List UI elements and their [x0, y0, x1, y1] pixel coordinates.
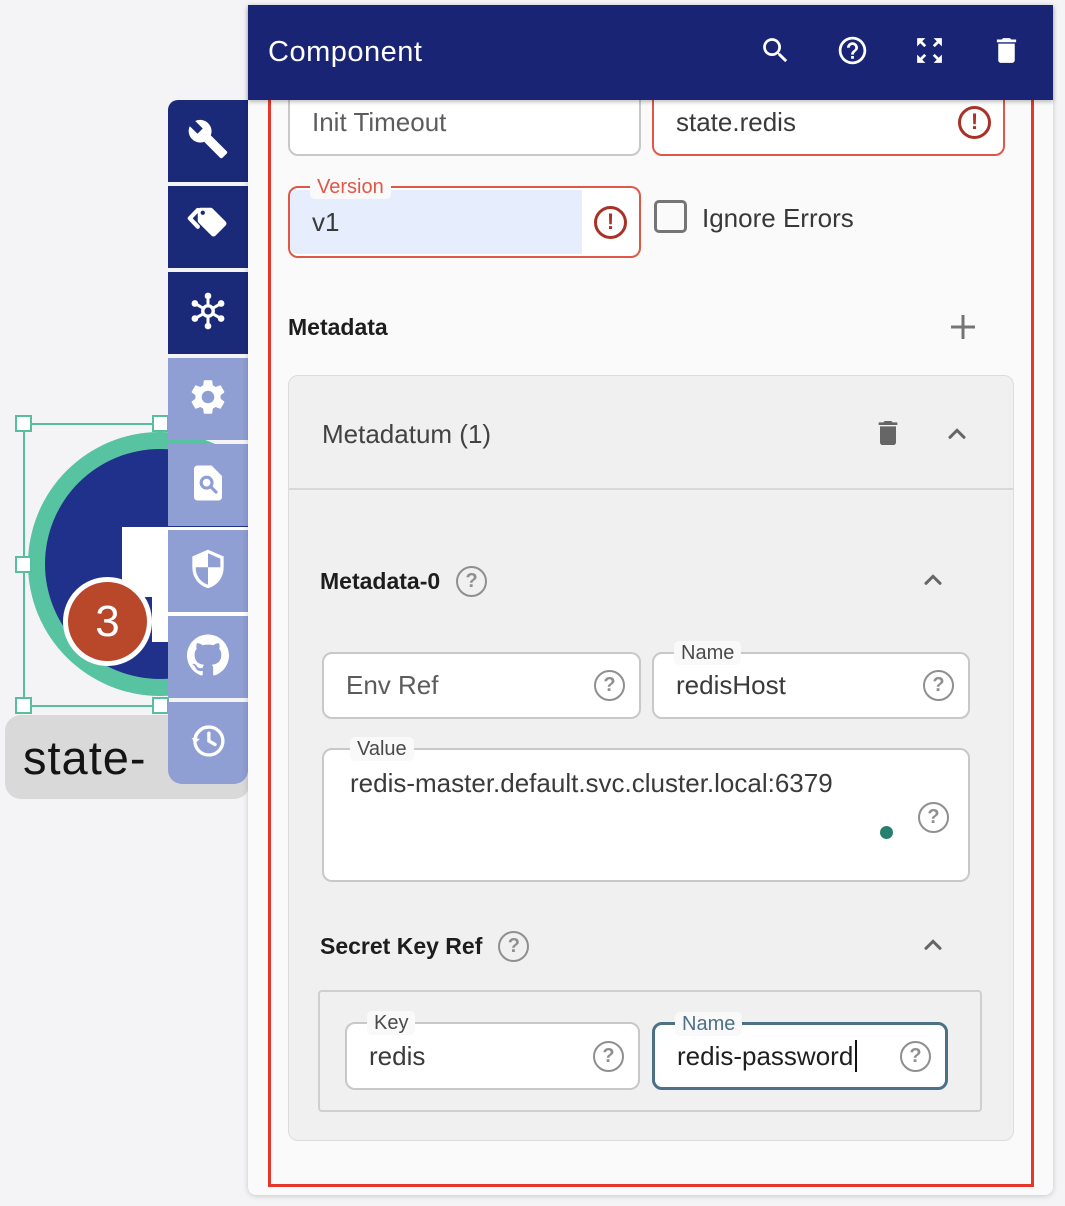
env-ref-field[interactable]: ? — [322, 652, 641, 719]
metadata-value-text[interactable]: redis-master.default.svc.cluster.local:6… — [324, 768, 833, 799]
collapse-metadata-0-button[interactable] — [919, 567, 947, 600]
selection-handle[interactable] — [15, 415, 32, 432]
selection-handle[interactable] — [15, 556, 32, 573]
gear-icon — [187, 376, 229, 423]
wrench-icon — [187, 118, 229, 165]
tags-icon — [187, 204, 229, 251]
version-field[interactable]: Version ! — [288, 186, 641, 258]
chevron-up-icon — [919, 947, 947, 964]
metadata-name-input[interactable] — [654, 670, 923, 701]
dialog-header: Component — [248, 5, 1053, 100]
plus-icon — [945, 332, 981, 349]
toolbar-button-history[interactable] — [168, 702, 248, 784]
github-icon — [187, 634, 229, 681]
env-ref-input[interactable] — [324, 670, 594, 701]
badge-count: 3 — [95, 597, 119, 647]
secret-name-field-label: Name — [675, 1012, 742, 1036]
value-field-label: Value — [350, 737, 414, 761]
name-field-label: Name — [674, 641, 741, 665]
ignore-errors-label: Ignore Errors — [702, 203, 854, 234]
help-icon[interactable]: ? — [456, 566, 487, 597]
collapse-metadatum-button[interactable] — [943, 421, 971, 454]
version-field-label: Version — [310, 175, 391, 199]
secret-key-ref-heading: Secret Key Ref ? — [320, 931, 529, 962]
toolbar-button-doc-search[interactable] — [168, 444, 248, 526]
toolbar-button-github[interactable] — [168, 616, 248, 698]
dialog-title: Component — [268, 36, 422, 69]
key-field-label: Key — [367, 1011, 415, 1035]
text-cursor — [855, 1040, 857, 1072]
type-input[interactable] — [654, 107, 958, 138]
shield-icon — [187, 548, 229, 595]
toolbar-button-components[interactable] — [168, 272, 248, 354]
help-icon[interactable]: ? — [900, 1041, 931, 1072]
secret-name-value[interactable]: redis-password — [655, 1041, 853, 1072]
metadatum-title: Metadatum (1) — [322, 419, 491, 450]
chevron-up-icon — [943, 436, 971, 453]
expand-icon[interactable] — [913, 34, 946, 72]
selection-handle[interactable] — [152, 415, 169, 432]
version-input[interactable] — [290, 190, 582, 254]
hub-icon — [187, 290, 229, 337]
toolbar-button-security[interactable] — [168, 530, 248, 612]
selection-handle[interactable] — [15, 697, 32, 714]
toolbar-button-configure[interactable] — [168, 100, 248, 182]
help-icon[interactable]: ? — [918, 802, 949, 833]
init-timeout-input[interactable] — [290, 107, 639, 138]
status-dot — [880, 826, 893, 839]
secret-name-field[interactable]: Name redis-password ? — [652, 1022, 948, 1090]
chevron-up-icon — [919, 582, 947, 599]
add-metadata-button[interactable] — [945, 309, 981, 350]
secret-key-field[interactable]: Key ? — [345, 1022, 640, 1090]
help-icon[interactable]: ? — [594, 670, 625, 701]
metadata-value-field[interactable]: Value redis-master.default.svc.cluster.l… — [322, 748, 970, 882]
metadata-name-field[interactable]: Name ? — [652, 652, 970, 719]
help-icon[interactable]: ? — [593, 1041, 624, 1072]
help-icon[interactable]: ? — [498, 931, 529, 962]
delete-metadatum-button[interactable] — [872, 417, 904, 454]
error-icon: ! — [958, 106, 991, 139]
trash-icon — [872, 436, 904, 453]
toolbar-button-settings[interactable] — [168, 358, 248, 440]
node-label-text: state- — [23, 730, 147, 785]
panel-divider — [289, 488, 1013, 490]
toolbar-button-tags[interactable] — [168, 186, 248, 268]
metadata-0-heading: Metadata-0 ? — [320, 566, 487, 597]
document-search-icon — [187, 462, 229, 509]
selection-handle[interactable] — [152, 697, 169, 714]
error-count-badge[interactable]: 3 — [63, 577, 152, 666]
delete-icon[interactable] — [990, 34, 1023, 72]
help-icon[interactable]: ? — [923, 670, 954, 701]
secret-key-input[interactable] — [347, 1041, 593, 1072]
search-icon[interactable] — [759, 34, 792, 72]
ignore-errors-checkbox[interactable] — [654, 200, 687, 233]
error-icon: ! — [594, 206, 627, 239]
help-icon[interactable] — [836, 34, 869, 72]
history-icon — [187, 720, 229, 767]
metadata-heading: Metadata — [288, 314, 388, 341]
collapse-secret-key-ref-button[interactable] — [919, 932, 947, 965]
